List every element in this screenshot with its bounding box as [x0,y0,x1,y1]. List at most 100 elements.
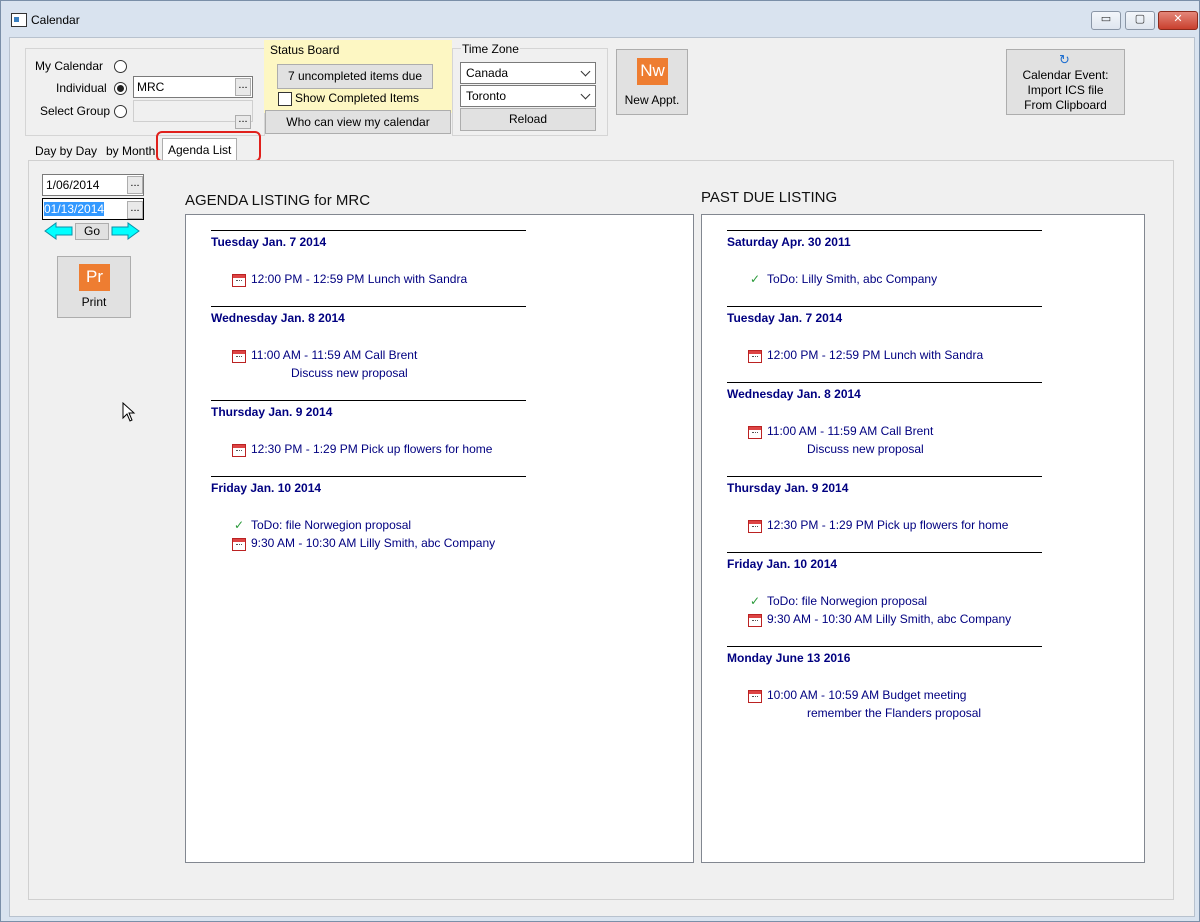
appointment-item[interactable]: 12:00 PM - 12:59 PM Lunch with Sandra [232,271,652,289]
time-zone-title: Time Zone [461,42,520,56]
go-button[interactable]: Go [75,223,109,240]
show-completed-label: Show Completed Items [295,91,420,105]
minimize-button[interactable]: ▭ [1091,11,1121,30]
individual-radio[interactable] [114,82,127,95]
past-due-heading: PAST DUE LISTING [701,189,838,206]
select-group-radio[interactable] [114,105,127,118]
calendar-event-icon [232,538,246,551]
select-group-browse-button[interactable]: ... [235,114,251,129]
todo-item[interactable]: ✓ ToDo: file Norwegion proposal [748,593,1168,611]
window-client-area: My Calendar Individual MRC ... Select Gr… [9,37,1195,917]
calendar-event-icon [748,520,762,533]
todo-item[interactable]: ✓ ToDo: file Norwegion proposal [232,517,652,535]
time-zone-city-select[interactable]: Toronto [460,85,596,107]
day-date-heading: Monday June 13 2016 [727,651,851,665]
appointment-item[interactable]: 9:30 AM - 10:30 AM Lilly Smith, abc Comp… [232,535,652,553]
event-text: 11:00 AM - 11:59 AM Call Brent [767,424,934,438]
time-zone-city-value: Toronto [466,89,507,103]
my-calendar-radio[interactable] [114,60,127,73]
day-date-heading: Tuesday Jan. 7 2014 [211,235,327,249]
individual-browse-button[interactable]: ... [235,78,251,96]
appointment-item[interactable]: 12:30 PM - 1:29 PM Pick up flowers for h… [232,441,652,459]
uncompleted-items-button[interactable]: 7 uncompleted items due [277,64,433,89]
start-date-picker-button[interactable]: ... [127,176,143,194]
end-date-picker-button[interactable]: ... [127,201,143,219]
day-date-heading: Tuesday Jan. 7 2014 [727,311,843,325]
reload-button[interactable]: Reload [460,108,596,131]
print-button[interactable]: Pr Print [57,256,131,318]
event-note: remember the Flanders proposal [807,706,982,720]
individual-value: MRC [137,80,165,94]
appointment-item[interactable]: 12:30 PM - 1:29 PM Pick up flowers for h… [748,517,1168,535]
who-can-view-button[interactable]: Who can view my calendar [265,110,451,134]
maximize-button[interactable]: ▢ [1125,11,1155,30]
tab-day-by-day[interactable]: Day by Day [30,141,102,161]
calendar-event-icon [232,444,246,457]
mouse-cursor-icon [122,402,136,422]
event-text: 12:30 PM - 1:29 PM Pick up flowers for h… [767,518,1009,532]
my-calendar-label: My Calendar [35,59,104,73]
end-date-value: 01/13/2014 [44,202,105,216]
event-text: 10:00 AM - 10:59 AM Budget meeting [767,688,967,702]
todo-check-icon: ✓ [750,594,761,608]
status-board-panel: Status Board 7 uncompleted items due Sho… [264,40,452,113]
window-title: Calendar [31,13,80,27]
refresh-icon: ↻ [1059,52,1070,67]
appointment-item[interactable]: 11:00 AM - 11:59 AM Call Brent [748,423,1168,441]
event-text: ToDo: Lilly Smith, abc Company [767,272,938,286]
calendar-event-icon [748,426,762,439]
day-separator [211,476,526,477]
application-window: Calendar ▭ ▢ ✕ My Calendar Individual MR… [0,0,1200,922]
chevron-down-icon [580,89,591,100]
print-icon: Pr [79,264,110,291]
day-separator [727,230,1042,231]
individual-label: Individual [56,81,107,95]
day-date-heading: Thursday Jan. 9 2014 [211,405,333,419]
appointment-item[interactable]: 11:00 AM - 11:59 AM Call Brent [232,347,652,365]
next-arrow-icon[interactable] [110,222,140,240]
day-separator [211,306,526,307]
day-date-heading: Saturday Apr. 30 2011 [727,235,851,249]
event-text: ToDo: file Norwegion proposal [251,518,412,532]
todo-item[interactable]: ✓ ToDo: Lilly Smith, abc Company [748,271,1168,289]
previous-arrow-icon[interactable] [44,222,74,240]
calendar-app-icon [11,13,27,27]
calendar-event-icon [232,350,246,363]
calendar-event-icon [748,614,762,627]
calendar-event-icon [748,350,762,363]
event-text: 12:30 PM - 1:29 PM Pick up flowers for h… [251,442,493,456]
appointment-item[interactable]: 10:00 AM - 10:59 AM Budget meeting [748,687,1168,705]
past-due-list-panel: Saturday Apr. 30 2011 ✓ ToDo: Lilly Smith,… [701,214,1145,863]
agenda-heading: AGENDA LISTING for MRC [185,192,371,209]
appointment-item[interactable]: 9:30 AM - 10:30 AM Lilly Smith, abc Comp… [748,611,1168,629]
import-ics-line1: Calendar Event: [1022,68,1109,82]
new-appointment-button[interactable]: Nw New Appt. [616,49,688,115]
event-text: 12:00 PM - 12:59 PM Lunch with Sandra [251,272,468,286]
day-separator [727,552,1042,553]
day-separator [727,646,1042,647]
chevron-down-icon [580,66,591,77]
tab-by-month[interactable]: by Month [101,141,160,161]
day-separator [727,382,1042,383]
import-ics-line3: From Clipboard [1024,98,1107,112]
import-ics-button[interactable]: ↻ Calendar Event: Import ICS file From C… [1006,49,1125,115]
close-button[interactable]: ✕ [1158,11,1198,30]
day-date-heading: Wednesday Jan. 8 2014 [211,311,345,325]
event-note: Discuss new proposal [291,366,408,380]
show-completed-checkbox[interactable] [278,92,292,106]
time-zone-region-select[interactable]: Canada [460,62,596,84]
print-label: Print [81,295,107,309]
new-appointment-label: New Appt. [624,93,680,107]
todo-check-icon: ✓ [234,518,245,532]
day-separator [211,230,526,231]
day-separator [211,400,526,401]
appointment-item[interactable]: 12:00 PM - 12:59 PM Lunch with Sandra [748,347,1168,365]
event-text: ToDo: file Norwegion proposal [767,594,928,608]
agenda-list-panel: Tuesday Jan. 7 2014 12:00 PM - 12:59 PM L… [185,214,694,863]
todo-check-icon: ✓ [750,272,761,286]
event-text: 11:00 AM - 11:59 AM Call Brent [251,348,418,362]
day-date-heading: Friday Jan. 10 2014 [211,481,322,495]
day-separator [727,306,1042,307]
day-date-heading: Thursday Jan. 9 2014 [727,481,849,495]
title-bar[interactable]: Calendar ▭ ▢ ✕ [1,1,1199,37]
